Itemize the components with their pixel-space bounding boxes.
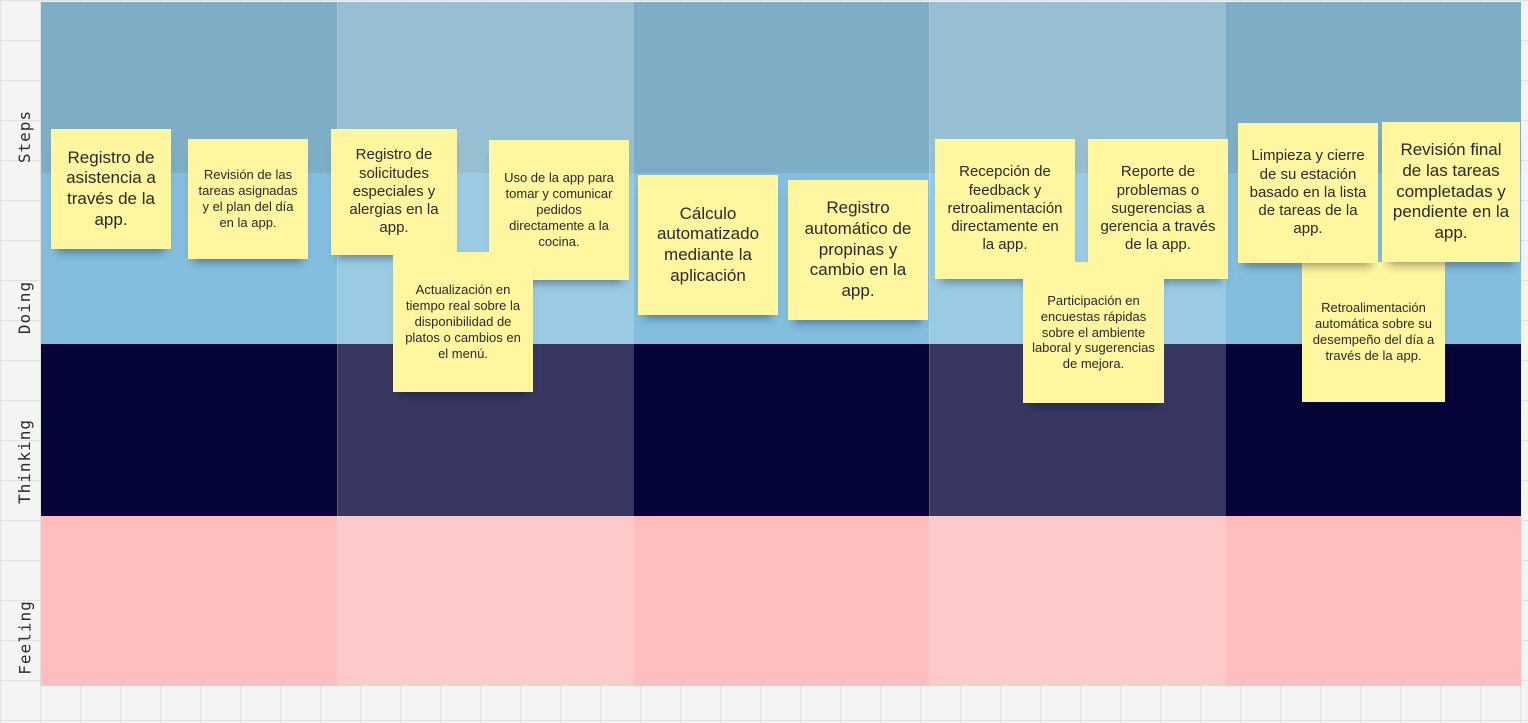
lane-label-thinking: Thinking [15,418,35,505]
column-divider [337,2,338,686]
sticky-note[interactable]: Revisión de las tareas asignadas y el pl… [188,139,308,259]
lane-thinking [41,344,1521,516]
sticky-note[interactable]: Limpieza y cierre de su estación basado … [1238,123,1378,263]
column-divider [929,2,930,686]
lane-feeling [41,516,1521,686]
sticky-note[interactable]: Participación en encuestas rápidas sobre… [1023,262,1164,403]
sticky-note[interactable]: Registro de solicitudes especiales y ale… [331,129,457,255]
sticky-note[interactable]: Cálculo automatizado mediante la aplicac… [638,175,778,315]
sticky-note[interactable]: Actualización en tiempo real sobre la di… [393,252,533,392]
sticky-note[interactable]: Reporte de problemas o sugerencias a ger… [1088,139,1228,279]
column-divider [1225,2,1226,686]
sticky-note[interactable]: Registro de asistencia a través de la ap… [51,129,171,249]
lane-label-steps: Steps [15,109,35,164]
sticky-note[interactable]: Registro automático de propinas y cambio… [788,180,928,320]
sticky-note[interactable]: Revisión final de las tareas completadas… [1382,122,1520,262]
sticky-note[interactable]: Recepción de feedback y retroalimentació… [935,139,1075,279]
journey-board [41,2,1521,686]
column-divider [633,2,634,686]
lane-label-feeling: Feeling [15,600,35,675]
sticky-note[interactable]: Retroalimentación automática sobre su de… [1302,262,1445,402]
lane-label-doing: Doing [15,280,35,335]
